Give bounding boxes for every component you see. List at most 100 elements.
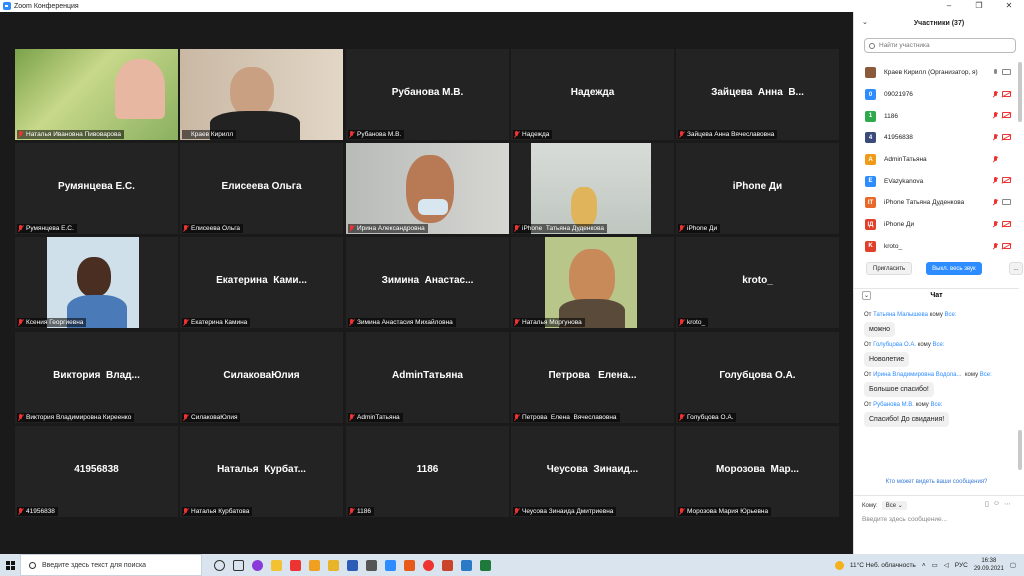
network-icon[interactable]: ▭	[932, 561, 938, 569]
video-tile[interactable]: Наталья Ивановна Пивоварова	[15, 49, 178, 140]
camera-off-icon[interactable]	[1002, 242, 1011, 249]
video-tile[interactable]: Голубцова О.А. Голубцова О.А.	[676, 332, 839, 423]
close-button[interactable]: ✕	[994, 0, 1024, 12]
maximize-button[interactable]: ❐	[964, 0, 994, 12]
video-tile[interactable]: Ксения Георгиевна	[15, 237, 178, 328]
muted-mic-icon[interactable]	[993, 220, 998, 228]
yandex-icon[interactable]	[290, 559, 301, 571]
chat-from[interactable]: Ирина Владимировна Водола...	[873, 372, 961, 378]
chat-from[interactable]: Голубцова О.А.	[873, 342, 916, 348]
participant-row[interactable]: IT iPhone Татьяна Дуденкова	[854, 192, 1019, 214]
video-tile[interactable]: Краев Кирилл	[180, 49, 343, 140]
video-tile[interactable]: Наталья Моргунова	[511, 237, 674, 328]
video-tile[interactable]: Петрова Елена... Петрова Елена Вячеславов…	[511, 332, 674, 423]
participant-search-input[interactable]: Найти участника	[864, 38, 1016, 53]
video-tile[interactable]: 41956838 41956838	[15, 426, 178, 517]
recipient-select[interactable]: Все ⌄	[881, 501, 907, 510]
widgets-icon[interactable]	[233, 559, 244, 571]
video-tile[interactable]: Рубанова М.В. Рубанова М.В.	[346, 49, 509, 140]
participant-row[interactable]: A AdminТатьяна	[854, 149, 1019, 171]
video-tile[interactable]: СилаковаЮлия СилаковаЮлия	[180, 332, 343, 423]
video-tile[interactable]: Виктория Влад... Виктория Владимировна Ки…	[15, 332, 178, 423]
muted-mic-icon[interactable]	[993, 177, 998, 184]
volume-icon[interactable]: ◁	[944, 561, 949, 569]
camera-off-icon[interactable]	[1002, 134, 1011, 141]
clock[interactable]: 16:38 29.09.2021	[974, 557, 1004, 573]
video-tile[interactable]: Чеусова Зинаид... Чеусова Зинаида Дмитрие…	[511, 426, 674, 517]
more-options-button[interactable]: ...	[1009, 262, 1023, 275]
participant-list-scrollbar[interactable]	[1018, 62, 1022, 122]
chevron-down-icon[interactable]: ⌄	[862, 291, 871, 300]
participant-row[interactable]: 0 09021976	[854, 84, 1019, 106]
yandex-browser-icon[interactable]	[423, 559, 434, 571]
brave-icon[interactable]	[404, 559, 415, 571]
invite-button[interactable]: Пригласить	[866, 262, 913, 275]
participant-row[interactable]: Краев Кирилл (Организатор, я)	[854, 62, 1019, 84]
who-sees-messages-link[interactable]: Кто может видеть ваши сообщения?	[854, 479, 1019, 485]
muted-mic-icon[interactable]	[993, 155, 998, 163]
camera-icon[interactable]	[1002, 199, 1011, 206]
video-tile[interactable]: Зайцева Анна В... Зайцева Анна Вячеславов…	[676, 49, 839, 140]
chat-from[interactable]: Татьяна Малышева	[873, 312, 928, 318]
participant-row[interactable]: 1 1186	[854, 105, 1019, 127]
video-tile[interactable]: iPhone Ди iPhone Ди	[676, 143, 839, 234]
camera-icon[interactable]	[1002, 69, 1011, 75]
video-tile[interactable]: Наталья Курбат... Наталья Курбатова	[180, 426, 343, 517]
chevron-down-icon[interactable]: ⌄	[862, 18, 868, 26]
minimize-button[interactable]: –	[934, 0, 964, 12]
file-icon[interactable]: ▯	[985, 500, 989, 508]
camera-off-icon[interactable]	[1002, 90, 1011, 97]
video-tile[interactable]: kroto_ kroto_	[676, 237, 839, 328]
app-icon[interactable]	[366, 559, 377, 571]
video-tile[interactable]: AdminТатьяна AdminТатьяна	[346, 332, 509, 423]
mic-icon[interactable]	[993, 69, 998, 76]
video-tile[interactable]: Елисеева Ольга Елисеева Ольга	[180, 143, 343, 234]
tray-chevron-icon[interactable]: ˄	[922, 562, 926, 569]
app-icon[interactable]	[461, 559, 472, 571]
video-tile[interactable]: Надежда Надежда	[511, 49, 674, 140]
camera-off-icon[interactable]	[1002, 220, 1011, 227]
video-tile[interactable]: iPhone Татьяна Дуденкова	[511, 143, 674, 234]
video-tile[interactable]: Зимина Анастас... Зимина Анастасия Михайл…	[346, 237, 509, 328]
explorer-icon[interactable]	[271, 559, 282, 571]
start-button[interactable]	[0, 554, 20, 576]
chat-scrollbar[interactable]	[1018, 430, 1022, 470]
weather-text[interactable]: 11°C Неб. облачность	[850, 562, 916, 569]
taskbar-search-input[interactable]: Введите здесь текст для поиска	[20, 554, 202, 576]
notifications-icon[interactable]: ▢	[1010, 561, 1016, 569]
video-tile[interactable]: Морозова Мар... Морозова Мария Юрьевна	[676, 426, 839, 517]
video-tile[interactable]: Румянцева Е.С. Румянцева Е.С.	[15, 143, 178, 234]
folder-icon[interactable]	[309, 559, 320, 571]
excel-icon[interactable]	[480, 559, 491, 571]
chat-to[interactable]: Все:	[980, 372, 992, 378]
participant-row[interactable]: E EVazykanova	[854, 170, 1019, 192]
more-icon[interactable]: ⋯	[1004, 500, 1011, 508]
word-icon[interactable]	[347, 559, 358, 571]
participant-row[interactable]: 4 41956838	[854, 127, 1019, 149]
muted-mic-icon[interactable]	[993, 134, 998, 141]
powerpoint-icon[interactable]	[442, 559, 453, 571]
media-icon[interactable]	[328, 559, 339, 571]
task-view-icon[interactable]	[214, 559, 225, 571]
muted-mic-icon[interactable]	[993, 90, 998, 98]
video-tile[interactable]: Екатерина Ками... Екатерина Камина	[180, 237, 343, 328]
muted-mic-icon[interactable]	[993, 199, 998, 206]
camera-off-icon[interactable]	[1002, 112, 1011, 119]
chat-from[interactable]: Рубанова М.В.	[873, 402, 914, 408]
language-indicator[interactable]: РУС	[955, 562, 968, 569]
video-tile[interactable]: Ирина Александровна	[346, 143, 509, 234]
mute-all-button[interactable]: Выкл. весь звук	[926, 262, 982, 275]
chat-to[interactable]: Все:	[933, 342, 945, 348]
muted-mic-icon[interactable]	[993, 112, 998, 119]
chat-input[interactable]: Введите здесь сообщение...	[862, 516, 947, 523]
muted-mic-icon[interactable]	[993, 242, 998, 250]
participant-row[interactable]: Kkroto_	[854, 236, 1019, 258]
chat-to[interactable]: Все:	[930, 402, 942, 408]
chat-to[interactable]: Все:	[945, 312, 957, 318]
video-tile[interactable]: 1186 1186	[346, 426, 509, 517]
zoom-icon[interactable]	[385, 559, 396, 571]
camera-off-icon[interactable]	[1002, 177, 1011, 184]
emoji-icon[interactable]: ☺	[993, 500, 1000, 508]
participant-row[interactable]: IД iPhone Ди	[854, 214, 1019, 236]
assistant-icon[interactable]	[252, 559, 263, 571]
